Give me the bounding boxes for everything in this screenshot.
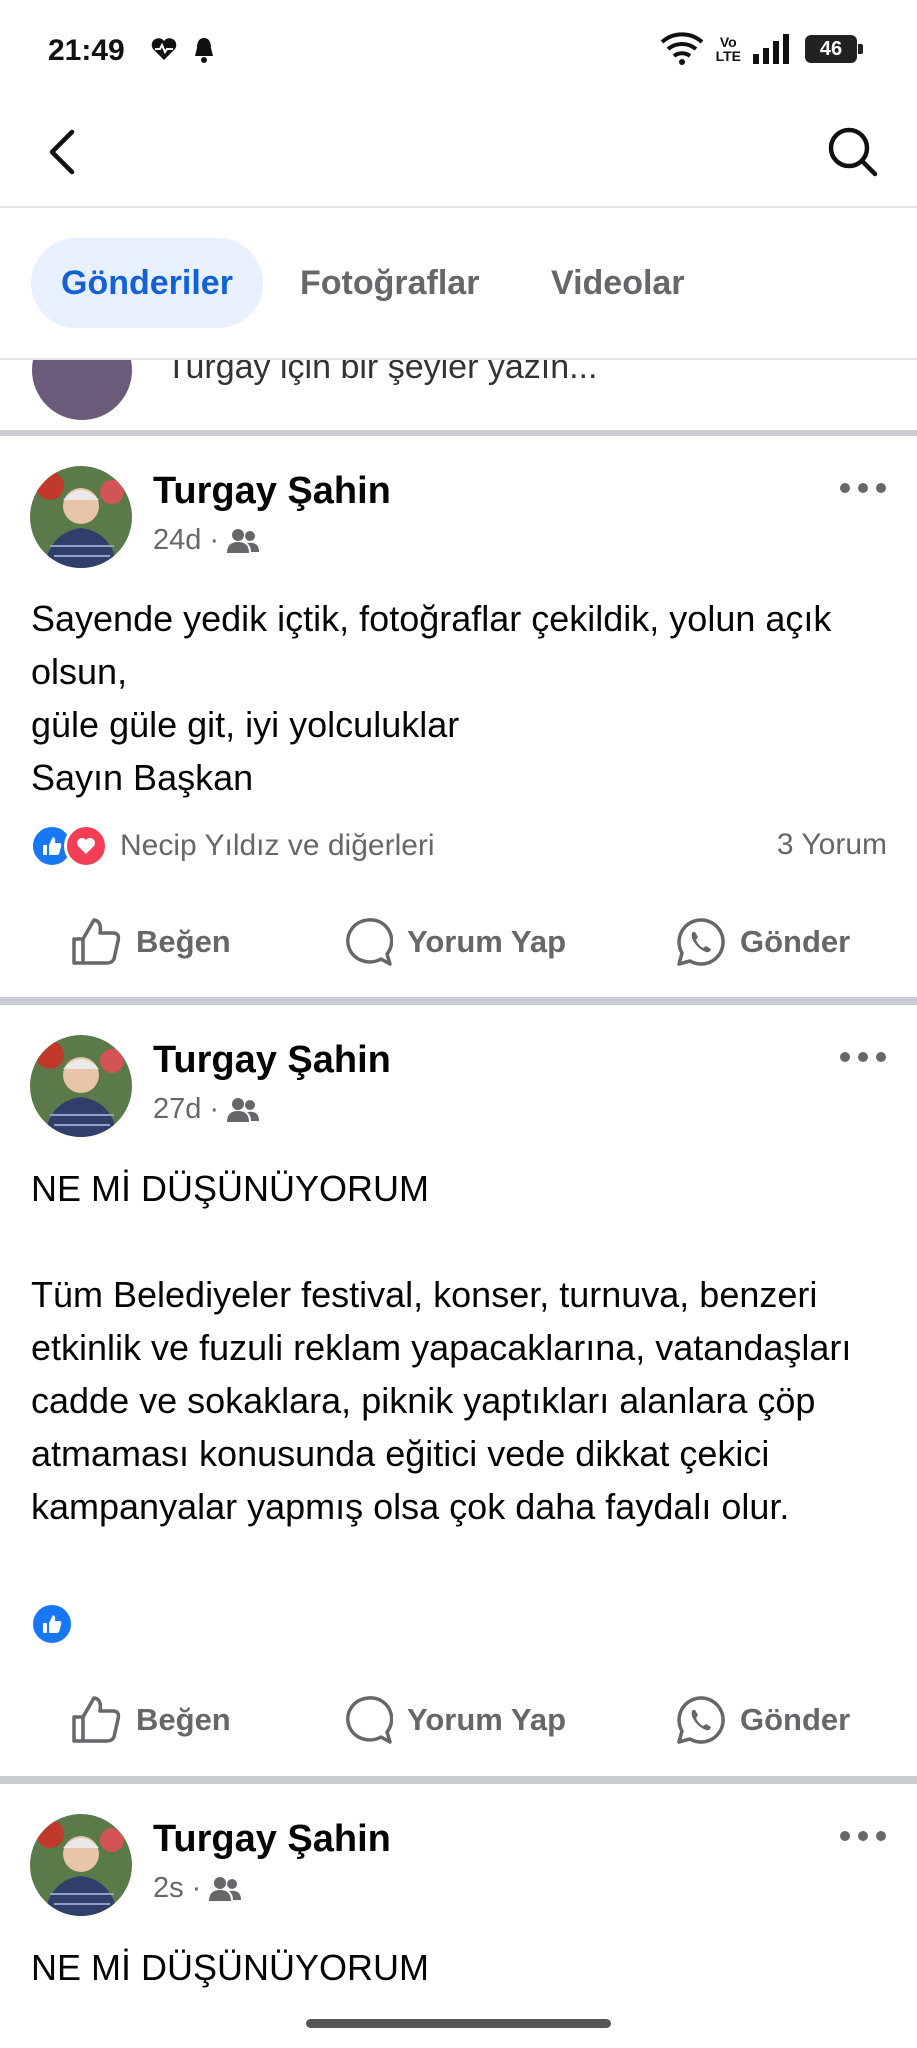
like-label: Beğen <box>136 1702 231 1737</box>
post-actions: Beğen Yorum Yap Gönder <box>0 907 917 977</box>
meta-dot: · <box>191 1872 202 1904</box>
post: Turgay Şahin 27d · NE Mİ DÜŞÜNÜYORUM Tüm… <box>0 1005 917 1775</box>
post-meta: 24d · <box>153 524 260 557</box>
whatsapp-icon <box>677 918 725 966</box>
comment-label: Yorum Yap <box>407 924 567 959</box>
search-button[interactable] <box>825 124 881 180</box>
volte-indicator: Vo LTE <box>716 35 741 63</box>
friends-icon <box>227 528 260 553</box>
post-author[interactable]: Turgay Şahin <box>153 1039 391 1082</box>
back-button[interactable] <box>36 124 92 180</box>
post-time[interactable]: 24d <box>153 524 201 557</box>
avatar[interactable] <box>30 1814 132 1916</box>
post-author[interactable]: Turgay Şahin <box>153 470 391 513</box>
send-label: Gönder <box>740 1702 851 1737</box>
meta-dot: · <box>209 1093 220 1125</box>
comment-button[interactable]: Yorum Yap <box>343 1685 566 1755</box>
whatsapp-icon <box>677 1696 725 1744</box>
more-icon <box>840 1052 886 1062</box>
post-divider <box>0 997 917 1005</box>
send-label: Gönder <box>740 924 851 959</box>
post-author[interactable]: Turgay Şahin <box>153 1818 391 1861</box>
like-label: Beğen <box>136 924 231 959</box>
tab-posts[interactable]: Gönderiler <box>31 238 263 328</box>
post-more-button[interactable] <box>837 1045 889 1069</box>
avatar <box>32 360 132 420</box>
tab-videos[interactable]: Videolar <box>521 238 715 328</box>
comment-icon <box>346 1696 393 1744</box>
more-icon <box>840 1831 886 1841</box>
send-button[interactable]: Gönder <box>676 1685 850 1755</box>
post-text: NE Mİ DÜŞÜNÜYORUM Tüm Belediyeler festiv… <box>31 1168 852 1527</box>
status-system-icons: Vo LTE 46 <box>660 32 863 66</box>
home-indicator[interactable] <box>306 2019 611 2028</box>
like-button[interactable]: Beğen <box>70 1685 231 1755</box>
love-icon <box>64 824 108 868</box>
post-more-button[interactable] <box>837 476 889 500</box>
reaction-summary[interactable]: Necip Yıldız ve diğerleri <box>30 824 435 868</box>
comment-label: Yorum Yap <box>407 1702 567 1737</box>
comment-count[interactable]: 3 Yorum <box>777 828 887 862</box>
reaction-names: Necip Yıldız ve diğerleri <box>120 829 435 862</box>
signal-icon <box>753 34 789 64</box>
status-bar: 21:49 Vo LTE 46 <box>0 0 917 100</box>
like-reaction-icon <box>30 1602 74 1646</box>
composer-placeholder: Turgay için bir şeyler yazın... <box>166 360 598 386</box>
bell-icon <box>195 38 213 63</box>
app-bar <box>0 100 917 208</box>
volte-top: Vo <box>719 34 737 50</box>
post-actions: Beğen Yorum Yap Gönder <box>0 1685 917 1755</box>
post-meta: 27d · <box>153 1093 260 1126</box>
search-icon <box>828 127 878 177</box>
post-time[interactable]: 2s <box>153 1872 184 1905</box>
composer-peek[interactable]: Turgay için bir şeyler yazın... <box>0 360 917 436</box>
volte-bottom: LTE <box>715 48 741 64</box>
like-button[interactable]: Beğen <box>70 907 231 977</box>
post: Turgay Şahin 24d · Sayende yedik içtik, … <box>0 436 917 996</box>
wifi-icon <box>660 32 703 65</box>
like-icon <box>72 1696 121 1743</box>
friends-icon <box>227 1097 260 1122</box>
comment-icon <box>346 918 393 966</box>
like-icon <box>72 918 121 965</box>
more-icon <box>840 483 886 493</box>
send-button[interactable]: Gönder <box>676 907 850 977</box>
avatar[interactable] <box>30 466 132 568</box>
status-notification-icons <box>150 36 216 64</box>
post-more-button[interactable] <box>837 1824 889 1848</box>
battery-icon: 46 <box>805 35 863 63</box>
comment-button[interactable]: Yorum Yap <box>343 907 566 977</box>
status-time: 21:49 <box>48 34 125 67</box>
post: Turgay Şahin 2s · NE Mİ DÜŞÜNÜYORUM <box>0 1784 917 2048</box>
post-meta: 2s · <box>153 1872 242 1905</box>
reaction-summary[interactable] <box>30 1602 74 1646</box>
post-divider <box>0 1776 917 1784</box>
avatar[interactable] <box>30 1035 132 1137</box>
friends-icon <box>209 1876 242 1901</box>
post-time[interactable]: 27d <box>153 1093 201 1126</box>
post-text: NE Mİ DÜŞÜNÜYORUM <box>31 1947 430 1988</box>
heart-pulse-icon <box>151 38 177 60</box>
meta-dot: · <box>209 524 220 556</box>
post-text: Sayende yedik içtik, fotoğraflar çekildi… <box>31 598 832 798</box>
tab-photos[interactable]: Fotoğraflar <box>270 238 509 328</box>
back-arrow-icon <box>49 129 75 175</box>
profile-tabs: Gönderiler Fotoğraflar Videolar <box>0 208 917 360</box>
